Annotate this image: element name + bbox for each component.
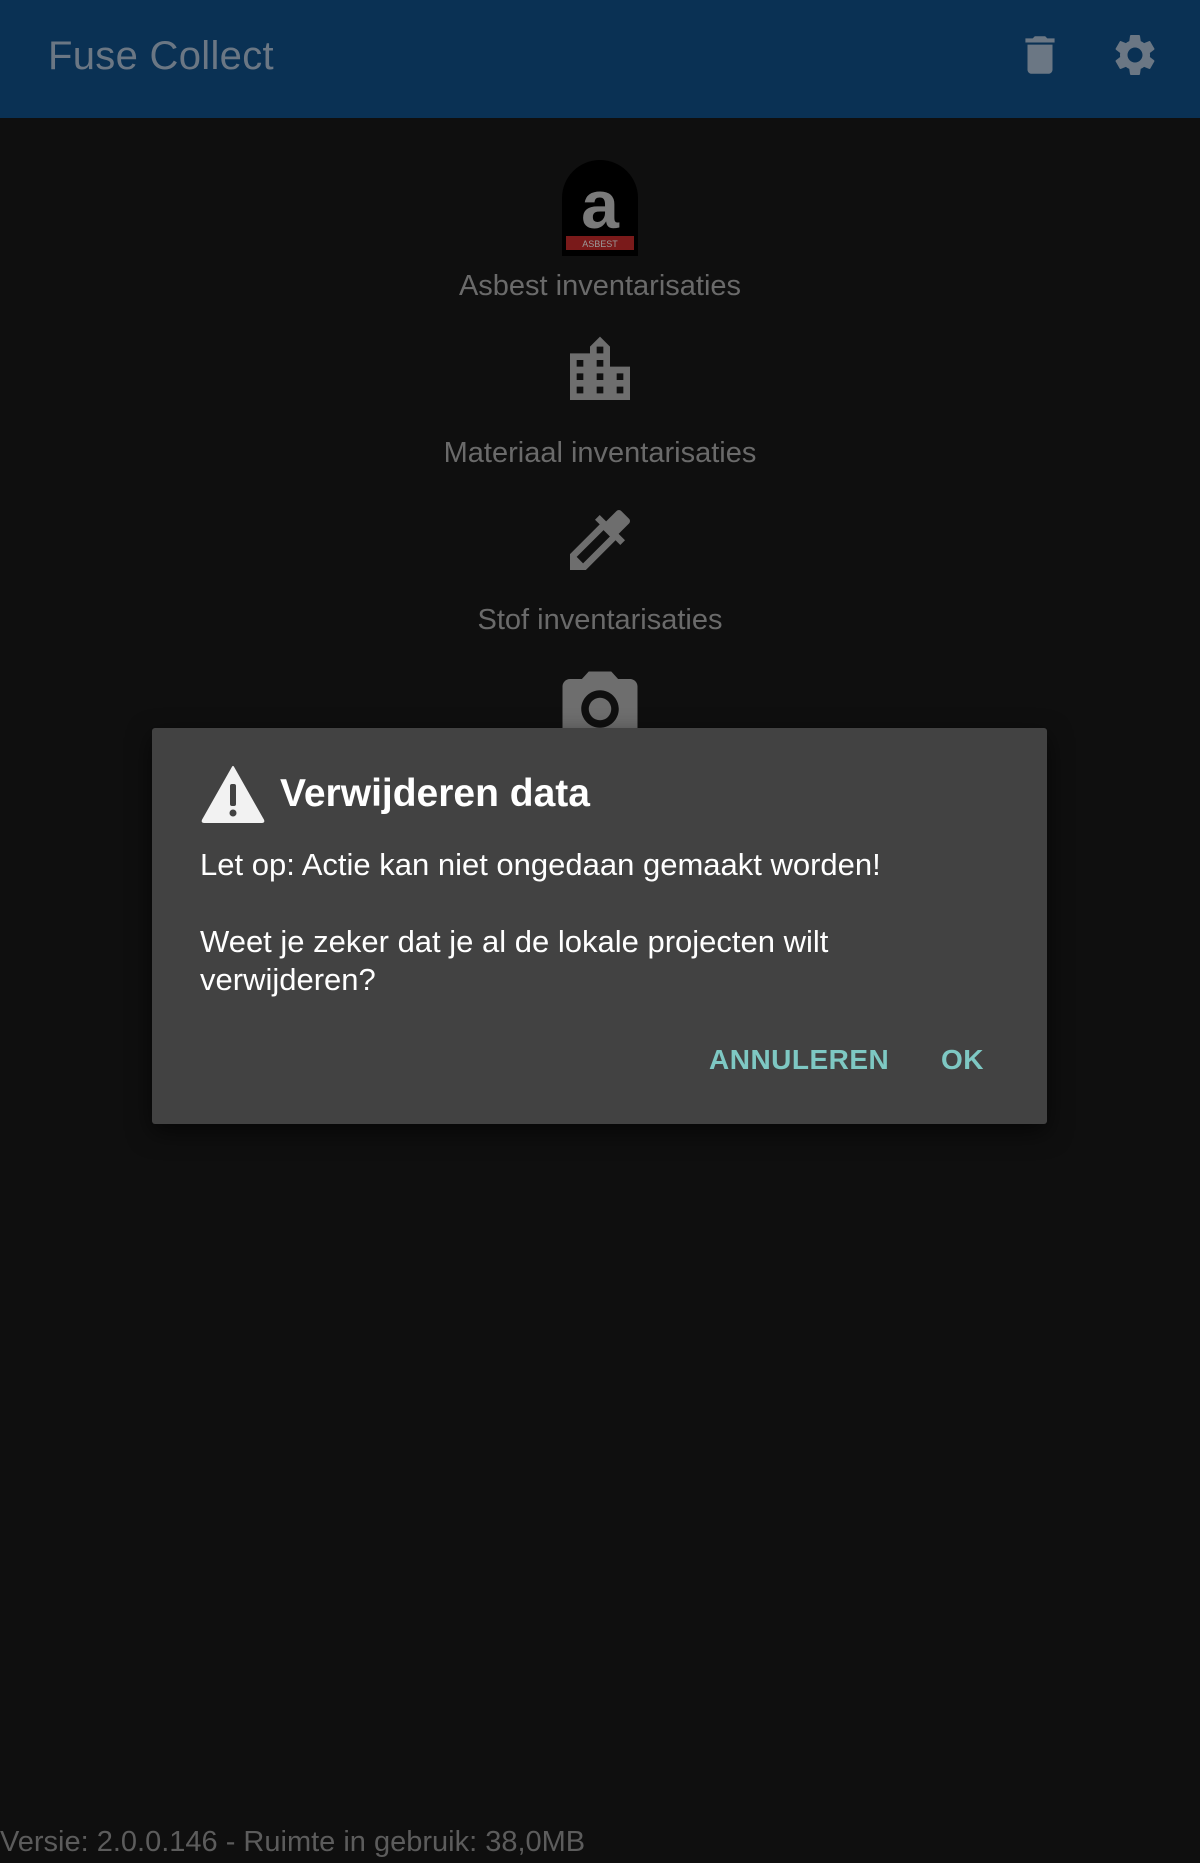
dialog-message-question: Weet je zeker dat je al de lokale projec… <box>200 924 829 997</box>
cancel-button[interactable]: ANNULEREN <box>709 1044 889 1076</box>
app-bar: Fuse Collect <box>0 0 1200 118</box>
app-title: Fuse Collect <box>48 34 274 78</box>
menu-label-materiaal: Materiaal inventarisaties <box>443 437 757 469</box>
asbest-logo-letter: a <box>581 167 620 243</box>
asbest-logo-icon: a ASBEST <box>560 158 640 258</box>
asbest-logo-badge: ASBEST <box>582 239 618 249</box>
gear-icon[interactable] <box>1110 30 1160 80</box>
dialog-title: Verwijderen data <box>280 772 590 815</box>
building-icon <box>560 330 640 410</box>
version-footer: Versie: 2.0.0.146 - Ruimte in gebruik: 3… <box>0 1826 586 1858</box>
app-screen: Fuse Collect a ASBEST Asbest inventarisa… <box>0 0 1200 1863</box>
eyedropper-icon <box>560 500 640 580</box>
delete-data-dialog: Verwijderen data Let op: Actie kan niet … <box>152 728 1047 1124</box>
menu-item-stof[interactable]: Stof inventarisaties <box>0 500 1200 645</box>
dialog-message-warning: Let op: Actie kan niet ongedaan gemaakt … <box>200 847 881 882</box>
trash-icon[interactable] <box>1015 30 1065 80</box>
menu-item-materiaal[interactable]: Materiaal inventarisaties <box>0 330 1200 475</box>
warning-icon <box>200 764 266 824</box>
menu-label-stof: Stof inventarisaties <box>477 604 723 636</box>
ok-button[interactable]: OK <box>941 1044 984 1076</box>
menu-item-asbest[interactable]: a ASBEST Asbest inventarisaties <box>0 158 1200 308</box>
menu-label-asbest: Asbest inventarisaties <box>458 270 742 302</box>
